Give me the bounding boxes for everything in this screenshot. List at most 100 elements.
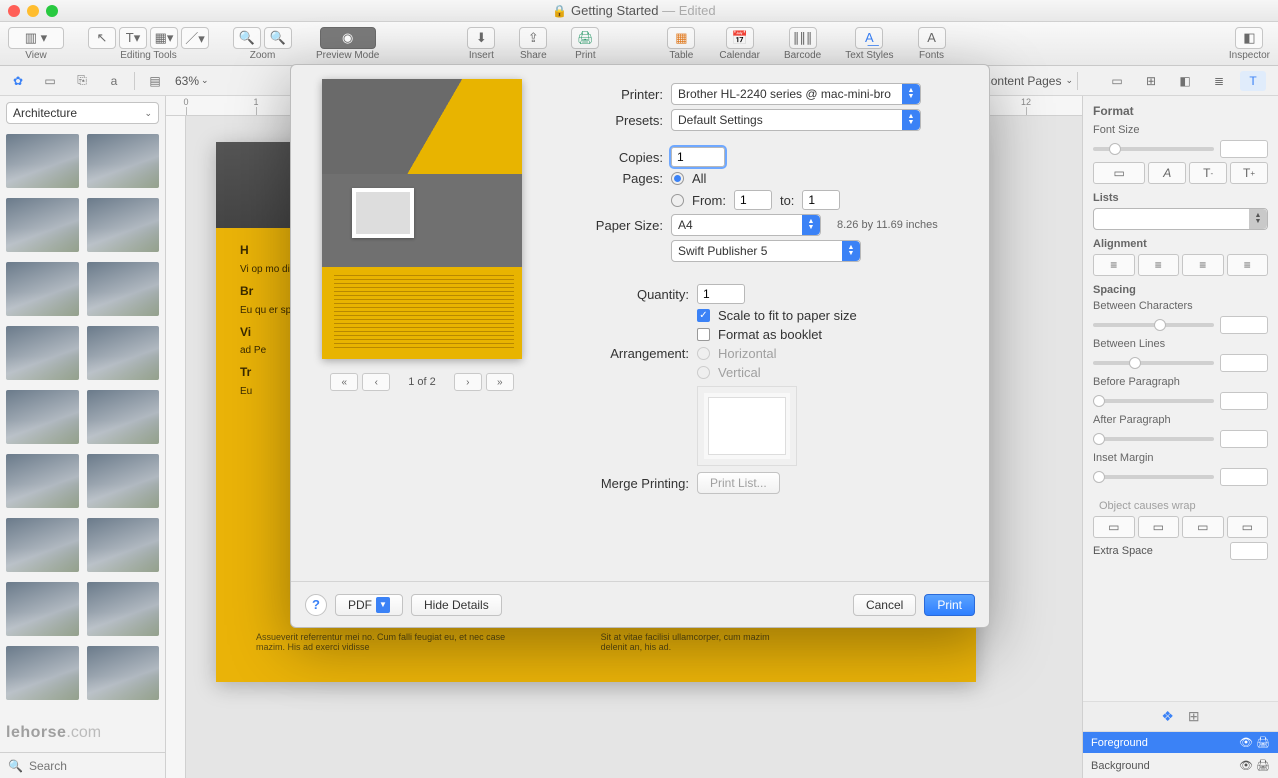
text-tool-button[interactable]: T▾ (119, 27, 147, 49)
wrap-none-button[interactable]: ▭ (1227, 516, 1269, 538)
smaller-button[interactable]: T- (1189, 162, 1227, 184)
insert-button[interactable]: ⬇ (467, 27, 495, 49)
pages-all-radio[interactable] (671, 172, 684, 185)
line-spacing-field[interactable] (1220, 354, 1268, 372)
font-size-field[interactable] (1220, 140, 1268, 158)
background-layer-row[interactable]: Background 👁 🖨 (1083, 753, 1278, 778)
clipart-thumb[interactable] (6, 198, 79, 252)
foreground-layer-row[interactable]: Foreground 👁 🖨 (1083, 732, 1278, 753)
align-tab-icon[interactable]: ≣ (1206, 71, 1232, 91)
app-section-select[interactable]: Swift Publisher 5▲▼ (671, 240, 861, 262)
extra-space-field[interactable] (1230, 542, 1268, 560)
geometry-tab-icon[interactable]: ▭ (1104, 71, 1130, 91)
align-center-button[interactable]: ≡ (1138, 254, 1180, 276)
zoom-chevron-icon[interactable]: ⌄ (201, 75, 209, 86)
content-pages-label[interactable]: Content Pages (982, 74, 1061, 88)
clipart-thumb[interactable] (87, 198, 160, 252)
clipart-thumb[interactable] (87, 326, 160, 380)
source-clipart-icon[interactable]: ✿ (6, 71, 30, 91)
clipart-thumb[interactable] (87, 390, 160, 444)
first-page-button[interactable]: « (330, 373, 358, 391)
pages-range-radio[interactable] (671, 194, 684, 207)
source-maps-icon[interactable]: ⎘ (70, 71, 94, 91)
fill-color-button[interactable]: ▭ (1093, 162, 1145, 184)
presets-select[interactable]: Default Settings▲▼ (671, 109, 921, 131)
fill-tab-icon[interactable]: ◧ (1172, 71, 1198, 91)
print-layer-icon[interactable]: 🖨 (1256, 760, 1270, 772)
close-window-icon[interactable] (8, 5, 20, 17)
print-confirm-button[interactable]: Print (924, 594, 975, 616)
font-size-slider[interactable] (1093, 147, 1214, 151)
zoom-window-icon[interactable] (46, 5, 58, 17)
wrap-right-button[interactable]: ▭ (1138, 516, 1180, 538)
zoom-value[interactable]: 63% (175, 74, 199, 88)
share-button[interactable]: ⇪ (519, 27, 547, 49)
paper-size-select[interactable]: A4▲▼ (671, 214, 821, 236)
pages-panel-icon[interactable]: ▤ (143, 71, 167, 91)
table-button[interactable]: ▦ (667, 27, 695, 49)
help-button[interactable]: ? (305, 594, 327, 616)
after-para-slider[interactable] (1093, 437, 1214, 441)
align-justify-button[interactable]: ≡ (1227, 254, 1269, 276)
zoom-in-button[interactable]: 🔍 (264, 27, 292, 49)
eye-icon[interactable]: 👁 (1239, 760, 1253, 772)
barcode-button[interactable]: ∥∥∥ (789, 27, 817, 49)
booklet-checkbox[interactable] (697, 328, 710, 341)
text-tab-icon[interactable]: T (1240, 71, 1266, 91)
select-tool-button[interactable]: ↖ (88, 27, 116, 49)
clipart-thumb[interactable] (6, 582, 79, 636)
next-page-button[interactable]: › (454, 373, 482, 391)
after-para-field[interactable] (1220, 430, 1268, 448)
before-para-slider[interactable] (1093, 399, 1214, 403)
print-layer-icon[interactable]: 🖨 (1256, 737, 1270, 749)
source-photos-icon[interactable]: ▭ (38, 71, 62, 91)
pages-from-input[interactable] (734, 190, 772, 210)
scale-to-fit-checkbox[interactable]: ✓ (697, 309, 710, 322)
copies-input[interactable] (671, 147, 725, 167)
fonts-button[interactable]: A (918, 27, 946, 49)
print-button[interactable]: 🖨 (571, 27, 599, 49)
source-shapes-icon[interactable]: a (102, 71, 126, 91)
layers-icon[interactable]: ❖ (1161, 708, 1174, 725)
line-spacing-slider[interactable] (1093, 361, 1214, 365)
larger-button[interactable]: T+ (1230, 162, 1268, 184)
italic-button[interactable]: A (1148, 162, 1186, 184)
prev-page-button[interactable]: ‹ (362, 373, 390, 391)
grid-icon[interactable]: ⊞ (1188, 708, 1200, 725)
inset-margin-slider[interactable] (1093, 475, 1214, 479)
align-right-button[interactable]: ≡ (1182, 254, 1224, 276)
shape-tool-button[interactable]: ▦▾ (150, 27, 178, 49)
text-styles-button[interactable]: A͟ (855, 27, 883, 49)
quantity-input[interactable] (697, 284, 745, 304)
clipart-thumb[interactable] (6, 326, 79, 380)
wrap-left-button[interactable]: ▭ (1093, 516, 1135, 538)
pages-to-input[interactable] (802, 190, 840, 210)
wrap-around-button[interactable]: ▭ (1182, 516, 1224, 538)
category-select[interactable]: Architecture ⌄ (6, 102, 159, 124)
clipart-thumb[interactable] (6, 262, 79, 316)
line-tool-button[interactable]: ／▾ (181, 27, 209, 49)
char-spacing-slider[interactable] (1093, 323, 1214, 327)
lists-select[interactable]: ▲▼ (1093, 208, 1268, 230)
clipart-thumb[interactable] (87, 134, 160, 188)
pdf-button[interactable]: PDF▼ (335, 594, 403, 616)
hide-details-button[interactable]: Hide Details (411, 594, 502, 616)
cancel-button[interactable]: Cancel (853, 594, 916, 616)
clipart-thumb[interactable] (87, 646, 160, 700)
clipart-thumb[interactable] (87, 518, 160, 572)
clipart-thumb[interactable] (87, 582, 160, 636)
eye-icon[interactable]: 👁 (1239, 737, 1253, 749)
align-left-button[interactable]: ≡ (1093, 254, 1135, 276)
clipart-thumb[interactable] (6, 390, 79, 444)
inspector-button[interactable]: ◧ (1235, 27, 1263, 49)
search-input[interactable] (29, 759, 184, 773)
search-bar[interactable]: 🔍 (0, 752, 165, 778)
clipart-thumb[interactable] (6, 646, 79, 700)
last-page-button[interactable]: » (486, 373, 514, 391)
inset-margin-field[interactable] (1220, 468, 1268, 486)
clipart-thumb[interactable] (6, 518, 79, 572)
clipart-thumb[interactable] (6, 134, 79, 188)
printer-select[interactable]: Brother HL-2240 series @ mac-mini-bro▲▼ (671, 83, 921, 105)
clipart-thumb[interactable] (87, 262, 160, 316)
merge-print-list-button[interactable]: Print List... (697, 472, 780, 494)
